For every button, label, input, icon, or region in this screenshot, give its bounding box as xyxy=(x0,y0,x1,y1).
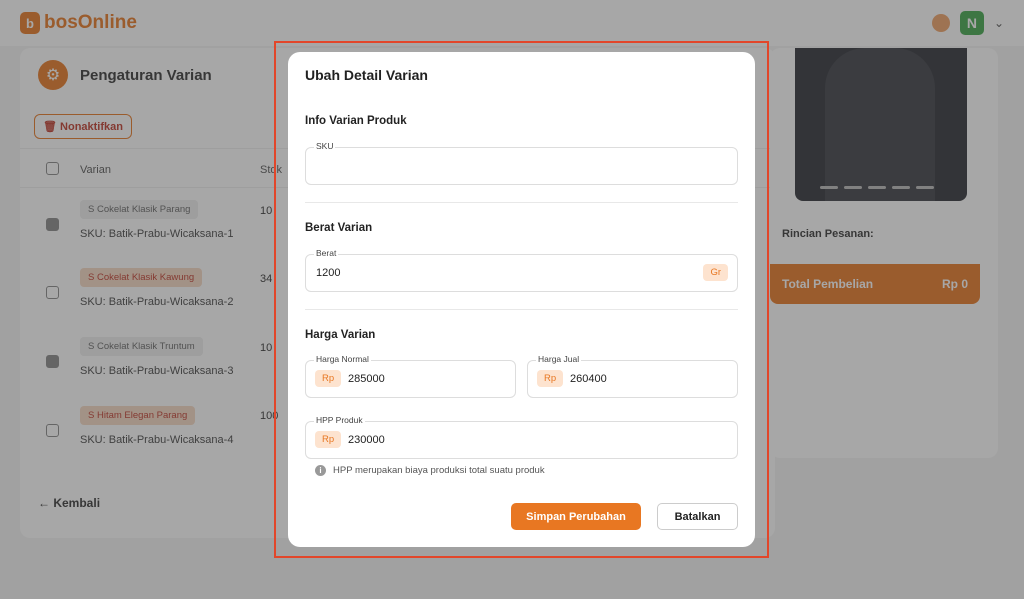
normal-price-field[interactable]: Harga Normal Rp 285000 xyxy=(305,354,516,398)
sku-label: SKU xyxy=(314,141,336,151)
hint-text: HPP merupakan biaya produksi total suatu… xyxy=(333,465,545,476)
normal-price-input[interactable]: 285000 xyxy=(348,373,385,385)
price-section-title: Harga Varian xyxy=(305,329,376,341)
hpp-input[interactable]: 230000 xyxy=(348,434,385,446)
currency-badge: Rp xyxy=(537,370,564,387)
cancel-button[interactable]: Batalkan xyxy=(657,503,738,530)
hpp-field[interactable]: HPP Produk Rp 230000 xyxy=(305,415,738,459)
weight-section-title: Berat Varian xyxy=(305,222,373,234)
sell-price-field[interactable]: Harga Jual Rp 260400 xyxy=(527,354,738,398)
sell-price-input[interactable]: 260400 xyxy=(570,373,607,385)
weight-input[interactable]: 1200 xyxy=(316,267,340,279)
currency-badge: Rp xyxy=(315,431,342,448)
sell-price-label: Harga Jual xyxy=(536,354,582,364)
currency-badge: Rp xyxy=(315,370,342,387)
hpp-label: HPP Produk xyxy=(314,415,365,425)
edit-variant-modal: Ubah Detail Varian Info Varian Produk SK… xyxy=(288,52,755,547)
divider xyxy=(305,202,738,203)
sku-field[interactable]: SKU xyxy=(305,141,738,185)
normal-price-label: Harga Normal xyxy=(314,354,371,364)
weight-field[interactable]: Berat 1200 Gr xyxy=(305,248,738,292)
info-section-title: Info Varian Produk xyxy=(305,115,407,127)
weight-label: Berat xyxy=(314,248,339,258)
weight-unit-badge: Gr xyxy=(703,264,728,281)
hpp-hint: i HPP merupakan biaya produksi total sua… xyxy=(315,465,545,476)
modal-title: Ubah Detail Varian xyxy=(305,67,428,83)
divider xyxy=(305,309,738,310)
info-icon: i xyxy=(315,465,326,476)
save-changes-button[interactable]: Simpan Perubahan xyxy=(511,503,641,530)
